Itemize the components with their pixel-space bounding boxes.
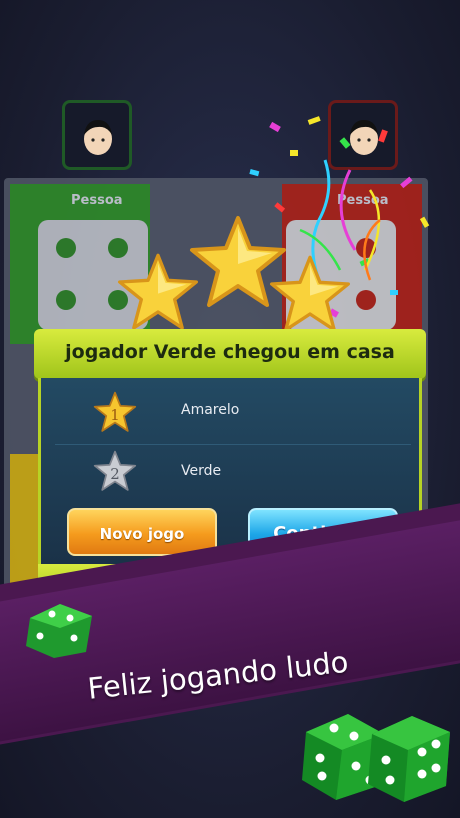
dialog-header: jogador Verde chegou em casa [34, 329, 426, 379]
silver-star-medal-icon: 2 [93, 450, 137, 491]
star-icon [269, 255, 350, 332]
dialog-title: jogador Verde chegou em casa [65, 341, 395, 363]
gold-star-medal-icon: 1 [93, 391, 137, 432]
ranking-player-name: Verde [181, 463, 222, 479]
new-game-button[interactable]: Novo jogo [67, 508, 217, 556]
dice-icon [26, 604, 92, 658]
player-avatar-green[interactable] [62, 100, 132, 170]
person-icon [84, 120, 112, 155]
rank-number: 2 [110, 465, 120, 483]
ranking-player-name: Amarelo [181, 402, 240, 418]
green-pawn-slot [56, 238, 76, 258]
ranking-row: 1 Amarelo [55, 384, 411, 440]
ranking-row: 2 Verde [55, 444, 411, 501]
dice-icon [368, 716, 450, 802]
green-pawn-slot [56, 290, 76, 310]
player-name-green: Pessoa [71, 193, 123, 208]
rank-number: 1 [110, 406, 120, 424]
